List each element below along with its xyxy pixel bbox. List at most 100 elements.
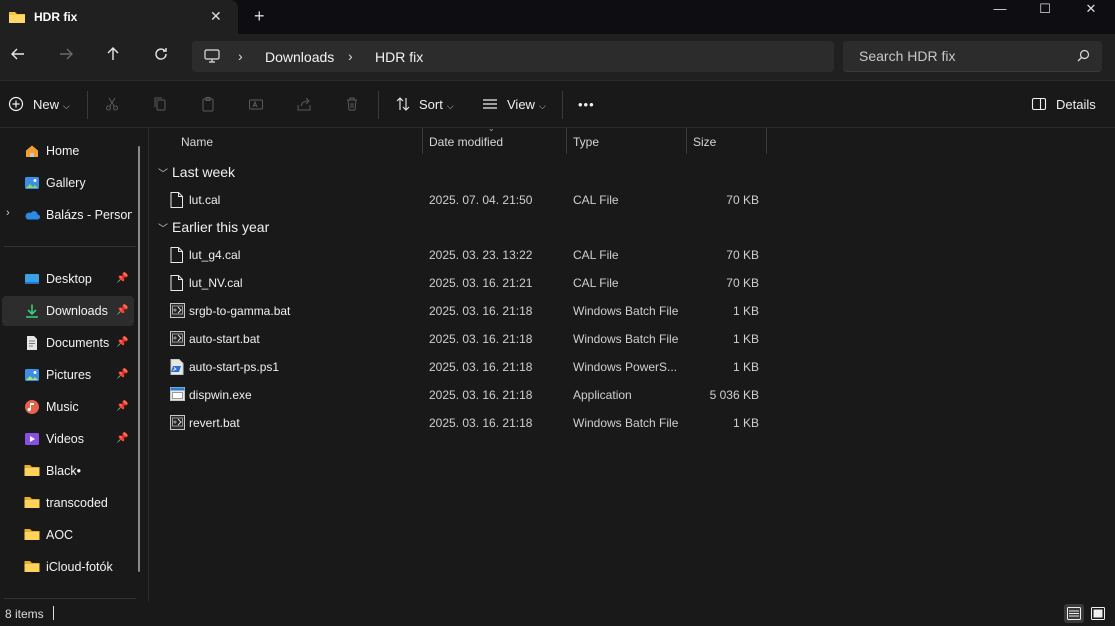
copy-icon[interactable] — [152, 96, 170, 114]
sidebar-item-pictures[interactable]: Pictures 📌 — [2, 360, 134, 390]
file-date: 2025. 03. 23. 13:22 — [429, 248, 533, 262]
sidebar-item-label: Balázs - Personal — [46, 208, 132, 222]
breadcrumb-chevron-icon[interactable]: › — [348, 48, 353, 64]
table-row[interactable]: auto-start.bat 2025. 03. 16. 21:18 Windo… — [150, 326, 770, 352]
this-pc-icon[interactable] — [204, 49, 220, 67]
sidebar-item-music[interactable]: Music 📌 — [2, 392, 134, 422]
pin-icon[interactable]: 📌 — [116, 273, 128, 284]
pictures-icon — [24, 367, 40, 383]
maximize-button[interactable]: ☐ — [1022, 0, 1068, 20]
sort-button[interactable]: Sort ⌵ — [419, 95, 454, 115]
sidebar-item-desktop[interactable]: Desktop 📌 — [2, 264, 134, 294]
view-icon[interactable] — [482, 96, 500, 114]
table-row[interactable]: revert.bat 2025. 03. 16. 21:18 Windows B… — [150, 410, 770, 436]
file-size: 1 KB — [732, 304, 759, 318]
up-arrow-icon[interactable] — [101, 46, 125, 68]
paste-icon[interactable] — [200, 96, 218, 114]
file-date: 2025. 03. 16. 21:18 — [429, 332, 533, 346]
new-label: New — [33, 97, 60, 112]
window-tab[interactable]: HDR fix ✕ — [0, 0, 238, 34]
delete-icon[interactable] — [344, 96, 362, 114]
pin-icon[interactable]: 📌 — [116, 433, 128, 444]
expand-chevron-icon[interactable]: › — [6, 207, 10, 219]
column-header-size[interactable]: Size — [687, 128, 767, 154]
pin-icon[interactable]: 📌 — [116, 401, 128, 412]
sidebar-divider — [4, 598, 136, 599]
details-view-icon — [1067, 607, 1081, 620]
column-header-date[interactable]: ⌄ Date modified — [423, 124, 567, 154]
pin-icon[interactable]: 📌 — [116, 337, 128, 348]
folder-icon — [24, 559, 40, 575]
group-header-earlier-this-year[interactable]: ﹀ Earlier this year — [158, 219, 269, 235]
column-header-name[interactable]: Name — [150, 128, 423, 154]
sidebar-divider — [4, 246, 136, 247]
column-header-type[interactable]: Type — [567, 128, 687, 154]
details-button[interactable]: Details — [1056, 95, 1096, 115]
forward-arrow-icon[interactable] — [54, 46, 78, 68]
search-box[interactable] — [843, 41, 1102, 72]
file-date: 2025. 03. 16. 21:18 — [429, 388, 533, 402]
sidebar-item-icloud-fotok[interactable]: iCloud-fotók — [2, 552, 134, 582]
status-bar: 8 items — [0, 602, 1115, 625]
sort-icon[interactable] — [395, 96, 413, 114]
new-button[interactable]: New ⌵ — [33, 95, 70, 115]
group-header-last-week[interactable]: ﹀ Last week — [158, 164, 235, 180]
refresh-icon[interactable] — [149, 46, 173, 68]
table-row[interactable]: srgb-to-gamma.bat 2025. 03. 16. 21:18 Wi… — [150, 298, 770, 324]
more-options-button[interactable]: ••• — [578, 95, 595, 115]
minimize-button[interactable]: — — [977, 0, 1023, 20]
search-input[interactable] — [857, 47, 1061, 65]
file-size: 1 KB — [732, 416, 759, 430]
sidebar-item-downloads[interactable]: Downloads 📌 — [2, 296, 134, 326]
details-view-button[interactable] — [1064, 604, 1084, 623]
breadcrumb-chevron-icon[interactable]: › — [238, 48, 243, 64]
file-name: auto-start.bat — [189, 332, 260, 346]
file-type: CAL File — [573, 248, 619, 262]
sidebar-item-label: Home — [46, 144, 80, 158]
breadcrumb-hdr-fix[interactable]: HDR fix — [375, 49, 423, 65]
column-divider[interactable] — [766, 128, 767, 154]
sidebar-item-gallery[interactable]: Gallery — [2, 168, 134, 198]
table-row[interactable]: dispwin.exe 2025. 03. 16. 21:18 Applicat… — [150, 382, 770, 408]
home-icon — [24, 143, 40, 159]
pin-icon[interactable]: 📌 — [116, 305, 128, 316]
rename-icon[interactable] — [248, 96, 266, 114]
table-row[interactable]: lut_NV.cal 2025. 03. 16. 21:21 CAL File … — [150, 270, 770, 296]
new-tab-button[interactable]: + — [254, 6, 265, 27]
sidebar-item-onedrive[interactable]: › Balázs - Personal — [2, 200, 134, 230]
sidebar-scrollbar[interactable] — [138, 146, 140, 572]
table-row[interactable]: lut_g4.cal 2025. 03. 23. 13:22 CAL File … — [150, 242, 770, 268]
file-type: Windows Batch File — [573, 304, 679, 318]
sidebar-item-aoc[interactable]: AOC — [2, 520, 134, 550]
table-row[interactable]: lut.cal 2025. 07. 04. 21:50 CAL File 70 … — [150, 187, 770, 213]
breadcrumb-downloads[interactable]: Downloads — [265, 49, 334, 65]
sidebar-item-label: transcoded — [46, 496, 108, 510]
file-date: 2025. 03. 16. 21:21 — [429, 276, 533, 290]
file-date: 2025. 03. 16. 21:18 — [429, 304, 533, 318]
sidebar-item-videos[interactable]: Videos 📌 — [2, 424, 134, 454]
sidebar-item-documents[interactable]: Documents 📌 — [2, 328, 134, 358]
sidebar-item-home[interactable]: Home — [2, 136, 134, 166]
back-arrow-icon[interactable] — [6, 46, 30, 68]
sidebar-item-black[interactable]: Black• — [2, 456, 134, 486]
search-icon[interactable] — [1077, 49, 1090, 65]
sidebar-item-label: Gallery — [46, 176, 86, 190]
details-pane-icon[interactable] — [1031, 96, 1049, 114]
share-icon[interactable] — [296, 96, 314, 114]
file-name: lut_NV.cal — [189, 276, 243, 290]
file-date: 2025. 03. 16. 21:18 — [429, 416, 533, 430]
tab-close-icon[interactable]: ✕ — [210, 8, 222, 25]
file-size: 1 KB — [732, 332, 759, 346]
group-label: Last week — [172, 164, 236, 180]
close-window-button[interactable]: ✕ — [1068, 0, 1114, 20]
cut-icon[interactable] — [104, 96, 122, 114]
status-divider — [53, 606, 54, 620]
sidebar-item-transcoded[interactable]: transcoded — [2, 488, 134, 518]
file-name: lut_g4.cal — [189, 248, 241, 262]
tiles-view-button[interactable] — [1088, 604, 1108, 623]
view-button[interactable]: View ⌵ — [507, 95, 546, 115]
address-bar[interactable]: › Downloads › HDR fix — [192, 41, 834, 72]
pin-icon[interactable]: 📌 — [116, 369, 128, 380]
table-row[interactable]: auto-start-ps.ps1 2025. 03. 16. 21:18 Wi… — [150, 354, 770, 380]
new-icon[interactable] — [8, 96, 26, 114]
